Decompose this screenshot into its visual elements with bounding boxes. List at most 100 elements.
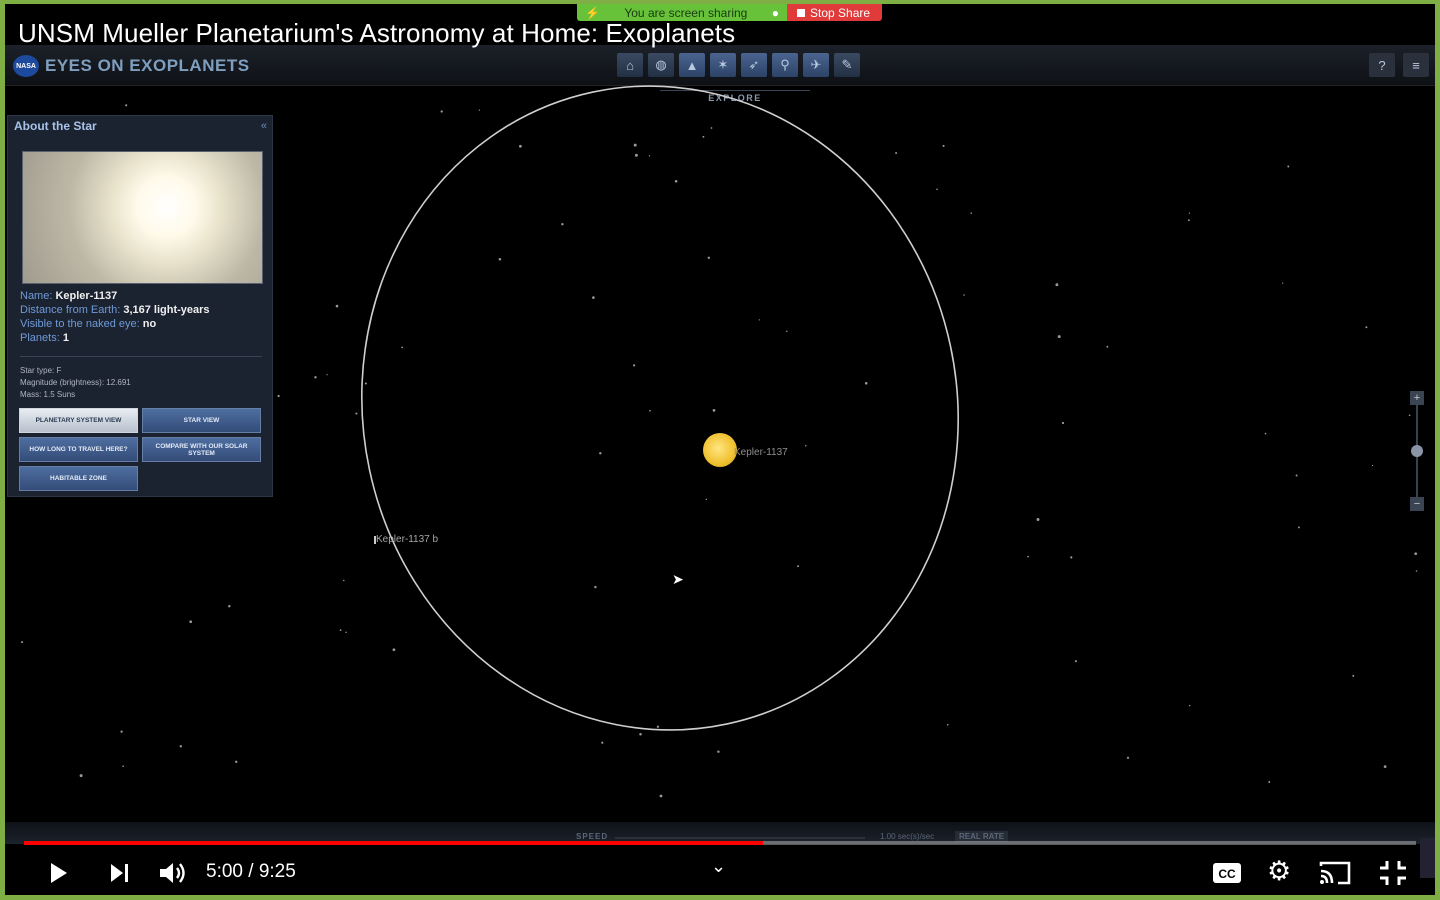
background-star <box>343 579 345 582</box>
play-icon[interactable] <box>45 860 71 886</box>
background-star <box>1352 674 1355 677</box>
next-icon[interactable] <box>108 862 132 884</box>
drag-handle-icon[interactable]: ⚡ <box>585 6 600 20</box>
star-magnitude: Magnitude (brightness): 12.691 <box>20 378 131 387</box>
background-star <box>401 346 403 349</box>
background-star <box>1036 518 1040 521</box>
background-star <box>125 104 128 107</box>
background-star <box>1070 556 1073 559</box>
star-view-button[interactable]: STAR VIEW <box>142 408 261 433</box>
background-star <box>1295 474 1298 477</box>
background-star <box>705 498 708 501</box>
video-progress-played <box>24 841 764 845</box>
shield-icon: ● <box>771 5 779 20</box>
background-star <box>440 110 443 113</box>
background-star <box>326 374 328 376</box>
info-distance: Distance from Earth: 3,167 light-years <box>20 304 210 316</box>
background-star <box>599 452 602 455</box>
background-star <box>1126 756 1130 759</box>
background-star <box>392 648 396 652</box>
background-star <box>649 409 651 412</box>
background-star <box>594 585 597 589</box>
zoom-slider-knob[interactable] <box>1411 445 1423 457</box>
stop-share-button[interactable]: Stop Share <box>787 4 883 21</box>
compare-solar-system-button[interactable]: COMPARE WITH OUR SOLAR SYSTEM <box>142 437 261 462</box>
info-naked-eye-key: Visible to the naked eye: <box>20 318 140 330</box>
background-star <box>1414 552 1418 556</box>
background-star <box>633 143 637 147</box>
background-star <box>786 330 788 332</box>
background-star <box>498 257 502 261</box>
background-star <box>1408 414 1411 417</box>
background-star <box>1074 660 1077 663</box>
mouse-cursor-icon: ➤ <box>672 571 684 587</box>
background-star <box>710 127 713 129</box>
info-distance-key: Distance from Earth: <box>20 304 121 316</box>
background-star <box>942 144 945 147</box>
info-name-value: Kepler-1137 <box>55 290 118 302</box>
player-controls: 5:00 / 9:25 ⌄ CC ⚙ <box>5 848 1435 895</box>
share-message: You are screen sharing <box>624 5 748 20</box>
background-star <box>1297 526 1300 529</box>
info-naked-eye: Visible to the naked eye: no <box>20 318 156 330</box>
speed-value: 1.00 sec(s)/sec <box>880 832 935 841</box>
star-mass: Mass: 1.5 Suns <box>20 390 76 399</box>
captions-icon[interactable]: CC <box>1212 862 1242 884</box>
background-star <box>648 155 651 157</box>
star-label[interactable]: Kepler-1137 <box>734 447 788 458</box>
background-star <box>1057 335 1061 339</box>
background-star <box>674 179 678 183</box>
background-star <box>1188 212 1191 214</box>
background-star <box>335 304 339 308</box>
settings-icon[interactable]: ⚙ <box>1267 856 1291 887</box>
background-star <box>639 732 642 736</box>
collapse-icon[interactable]: « <box>261 120 267 132</box>
svg-text:CC: CC <box>1218 867 1236 881</box>
background-star <box>179 745 182 748</box>
exit-fullscreen-icon[interactable] <box>1378 859 1408 887</box>
background-star <box>659 794 663 798</box>
chevron-down-icon[interactable]: ⌄ <box>711 856 726 877</box>
star-kepler-1137[interactable] <box>703 433 737 467</box>
background-star <box>519 144 522 148</box>
info-planets-value: 1 <box>62 332 69 344</box>
background-star <box>1383 765 1387 768</box>
side-scroll-handle[interactable] <box>1420 838 1435 878</box>
video-progress-bar[interactable] <box>24 841 1416 845</box>
habitable-zone-button[interactable]: HABITABLE ZONE <box>19 466 138 491</box>
panel-title: About the Star <box>14 119 97 133</box>
background-star <box>235 760 238 763</box>
planet-label[interactable]: Kepler-1137 b <box>376 534 438 545</box>
background-star <box>936 188 938 191</box>
zoom-out-icon[interactable]: − <box>1410 497 1424 511</box>
background-star <box>963 294 965 296</box>
background-star <box>1365 326 1368 329</box>
travel-time-button[interactable]: HOW LONG TO TRAVEL HERE? <box>19 437 138 462</box>
background-star <box>1415 570 1418 572</box>
planet-orbit <box>361 85 959 731</box>
background-star <box>1264 432 1267 435</box>
background-star <box>601 741 604 744</box>
planetary-system-view-button[interactable]: PLANETARY SYSTEM VIEW <box>19 408 138 433</box>
panel-divider <box>20 356 262 357</box>
speed-slider[interactable] <box>615 837 865 839</box>
background-star <box>1268 781 1271 783</box>
star-type: Star type: F <box>20 366 62 375</box>
volume-icon[interactable] <box>157 859 189 887</box>
screen-share-bar: ⚡ You are screen sharing ● Stop Share <box>577 4 883 21</box>
background-star <box>634 153 638 157</box>
info-name-key: Name: <box>20 290 53 302</box>
background-star <box>1371 464 1374 467</box>
zoom-in-icon[interactable]: + <box>1410 391 1424 405</box>
background-star <box>805 444 807 447</box>
info-planets-key: Planets: <box>20 332 60 344</box>
cast-icon[interactable] <box>1318 860 1352 886</box>
background-star <box>20 641 24 644</box>
video-title[interactable]: UNSM Mueller Planetarium's Astronomy at … <box>18 18 735 49</box>
background-star <box>561 223 564 226</box>
background-star <box>339 629 342 631</box>
background-star <box>946 723 949 726</box>
background-star <box>1061 421 1065 425</box>
star-image <box>22 151 263 284</box>
background-star <box>314 376 317 379</box>
